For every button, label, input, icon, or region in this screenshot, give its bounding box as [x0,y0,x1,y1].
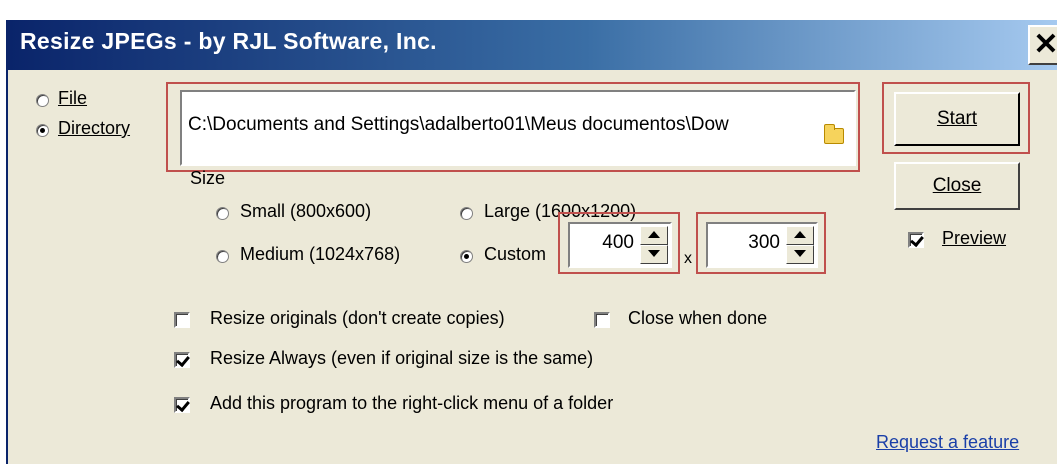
times-separator: x [684,250,692,267]
small-size-radio[interactable] [216,207,229,220]
width-highlight-box [558,212,680,274]
preview-checkbox[interactable] [908,232,924,248]
custom-size-label[interactable]: Custom [484,244,546,265]
close-button[interactable]: Close [894,162,1020,210]
request-feature-link[interactable]: Request a feature [876,432,1019,453]
path-highlight-box [166,82,860,172]
medium-size-radio[interactable] [216,250,229,263]
file-radio-label[interactable]: File [58,88,87,109]
directory-radio-label[interactable]: Directory [58,118,130,139]
size-group-label: Size [190,168,226,188]
close-when-done-checkbox[interactable] [594,312,610,328]
resize-jpegs-dialog: Resize JPEGs - by RJL Software, Inc. ✕ F… [6,20,1057,464]
close-when-done-label[interactable]: Close when done [628,308,767,329]
preview-label[interactable]: Preview [942,228,1006,249]
large-size-radio[interactable] [460,207,473,220]
add-context-menu-label[interactable]: Add this program to the right-click menu… [210,393,613,414]
resize-always-checkbox[interactable] [174,352,190,368]
file-radio[interactable] [36,94,49,107]
title-bar[interactable]: Resize JPEGs - by RJL Software, Inc. [8,20,1057,70]
small-size-label[interactable]: Small (800x600) [240,201,371,222]
add-context-menu-checkbox[interactable] [174,397,190,413]
custom-size-radio[interactable] [460,250,473,263]
resize-originals-checkbox[interactable] [174,312,190,328]
height-highlight-box [696,212,826,274]
window-title: Resize JPEGs - by RJL Software, Inc. [20,28,437,54]
resize-always-label[interactable]: Resize Always (even if original size is … [210,348,593,369]
resize-originals-label[interactable]: Resize originals (don't create copies) [210,308,505,329]
close-icon: ✕ [1033,28,1057,61]
directory-radio[interactable] [36,124,49,137]
start-highlight-box [882,82,1030,154]
close-window-button[interactable]: ✕ [1028,25,1057,65]
medium-size-label[interactable]: Medium (1024x768) [240,244,400,265]
